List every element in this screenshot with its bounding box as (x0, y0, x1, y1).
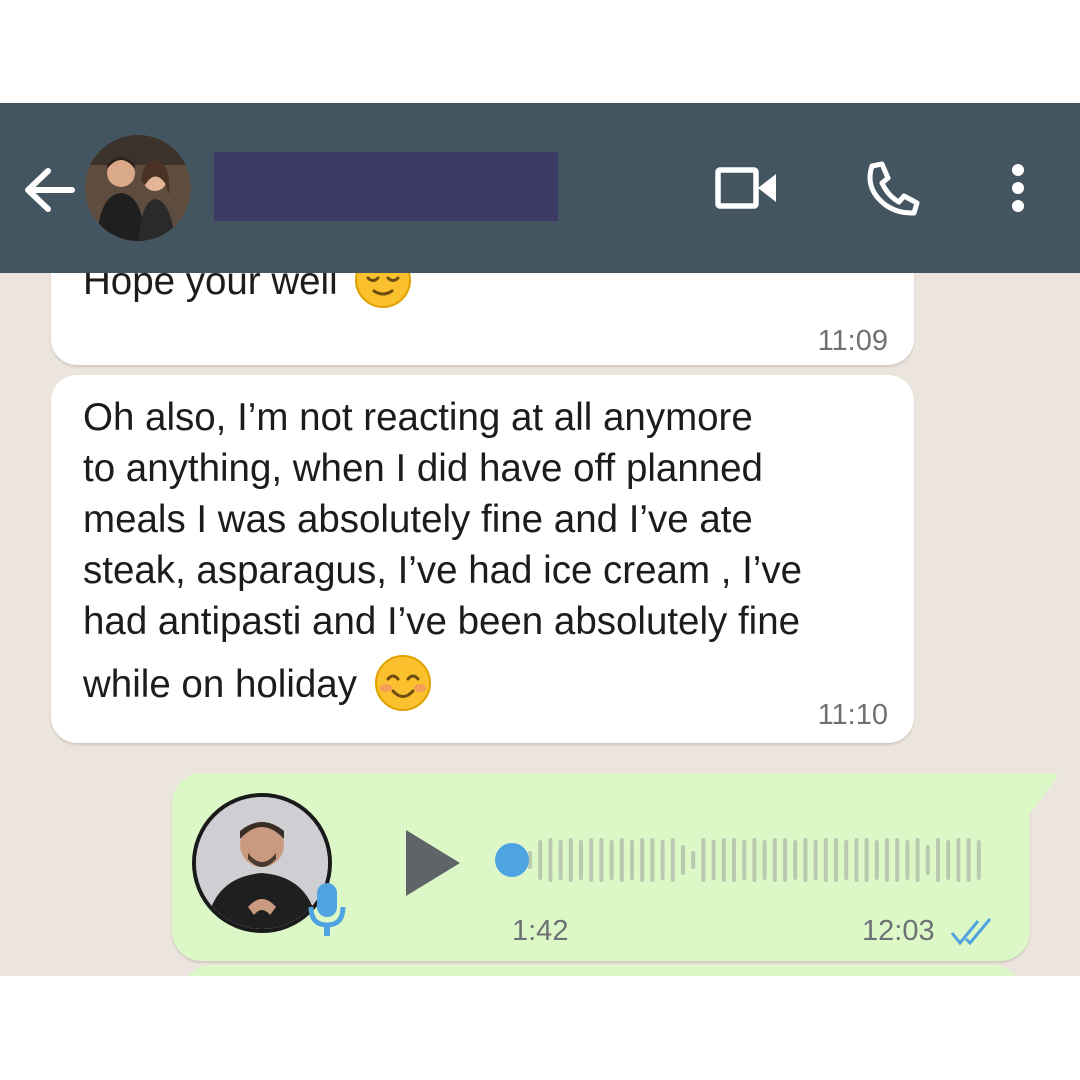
message-line: Hope your well (83, 273, 338, 304)
read-receipt-icon (950, 918, 992, 946)
message-line: while on holiday (83, 663, 357, 707)
waveform-bar (732, 838, 736, 882)
waveform-bar (895, 838, 900, 882)
waveform-bar (670, 838, 675, 882)
waveform-bar (630, 840, 634, 880)
waveform-bar (864, 838, 869, 882)
waveform-bar (956, 838, 961, 882)
waveform-bar (650, 838, 655, 882)
message-time: 11:10 (817, 699, 888, 731)
waveform-bar (803, 838, 808, 882)
waveform-bar (793, 840, 798, 880)
waveform-bar (619, 838, 624, 882)
waveform-bar (589, 838, 594, 882)
waveform-bar (813, 840, 818, 880)
phone-icon (867, 161, 920, 216)
more-options-button[interactable] (1000, 158, 1036, 218)
contact-avatar[interactable] (85, 135, 191, 241)
waveform-bar (925, 845, 930, 875)
waveform-bar (885, 838, 889, 882)
relieved-face-emoji-icon (355, 273, 412, 308)
waveform-bar (834, 838, 838, 882)
waveform-bar (905, 840, 910, 880)
play-icon (406, 830, 460, 896)
waveform-bar (844, 840, 849, 880)
message-text: Oh also, I’m not reacting at all anymore… (83, 392, 802, 716)
waveform-bar (762, 840, 767, 880)
message-time: 11:09 (817, 325, 888, 357)
waveform-bar (946, 840, 951, 880)
waveform-bar (660, 840, 665, 880)
contact-name-redacted[interactable] (214, 152, 558, 221)
playback-position-handle[interactable] (495, 843, 529, 877)
outgoing-voice-message[interactable]: 1:42 12:03 (172, 773, 1030, 961)
message-line: Oh also, I’m not reacting at all anymore (83, 396, 753, 439)
message-line: meals I was absolutely fine and I’ve ate (83, 498, 753, 541)
message-last-line: while on holiday (83, 655, 802, 716)
waveform-bar (711, 840, 716, 880)
contact-photo (85, 135, 191, 241)
message-line: to anything, when I did have off planned (83, 447, 763, 490)
more-vertical-icon (1012, 164, 1024, 212)
bubble-tail (1010, 773, 1058, 813)
voice-call-button[interactable] (862, 158, 922, 218)
play-button[interactable] (402, 828, 462, 898)
waveform-bar (936, 838, 940, 882)
waveform-bar (721, 838, 726, 882)
waveform-bar (742, 840, 747, 880)
message-text: Hope your well (83, 273, 412, 313)
waveform-bar (691, 851, 696, 869)
outgoing-message-partial[interactable] (182, 965, 1022, 976)
message-line: had antipasti and I’ve been absolutely f… (83, 600, 801, 643)
waveform-bar (568, 838, 573, 882)
microphone-icon (308, 883, 346, 936)
waveform-bar (966, 838, 971, 882)
waveform-bar (701, 838, 706, 882)
waveform-bar (681, 845, 685, 875)
message-time: 12:03 (862, 915, 935, 947)
arrow-left-icon (25, 168, 75, 212)
waveform-bar (783, 838, 787, 882)
voice-duration: 1:42 (512, 915, 569, 947)
waveform-bar (854, 838, 859, 882)
waveform-bar (752, 838, 757, 882)
audio-waveform[interactable] (494, 835, 994, 885)
waveform-bar (915, 838, 920, 882)
waveform-bar (874, 840, 879, 880)
chat-area[interactable]: Hope your well 11:09 Oh also, I’m not re… (0, 273, 1080, 976)
waveform-bar (599, 838, 604, 882)
waveform-bar (609, 840, 614, 880)
incoming-message[interactable]: Hope your well 11:09 (51, 273, 914, 365)
waveform-bar (538, 840, 543, 880)
waveform-bar (823, 838, 828, 882)
waveform-bar (579, 840, 583, 880)
chat-header (0, 103, 1080, 273)
back-button[interactable] (20, 155, 80, 225)
waveform-bar (772, 838, 777, 882)
video-call-icon (715, 167, 776, 209)
smiling-face-emoji-icon (374, 655, 431, 711)
message-line: steak, asparagus, I’ve had ice cream , I… (83, 549, 803, 592)
waveform-bar (558, 840, 563, 880)
video-call-button[interactable] (712, 158, 782, 218)
incoming-message[interactable]: Oh also, I’m not reacting at all anymore… (51, 375, 914, 743)
waveform-bar (976, 840, 981, 880)
waveform-bar (640, 838, 645, 882)
waveform-bar (548, 838, 553, 882)
